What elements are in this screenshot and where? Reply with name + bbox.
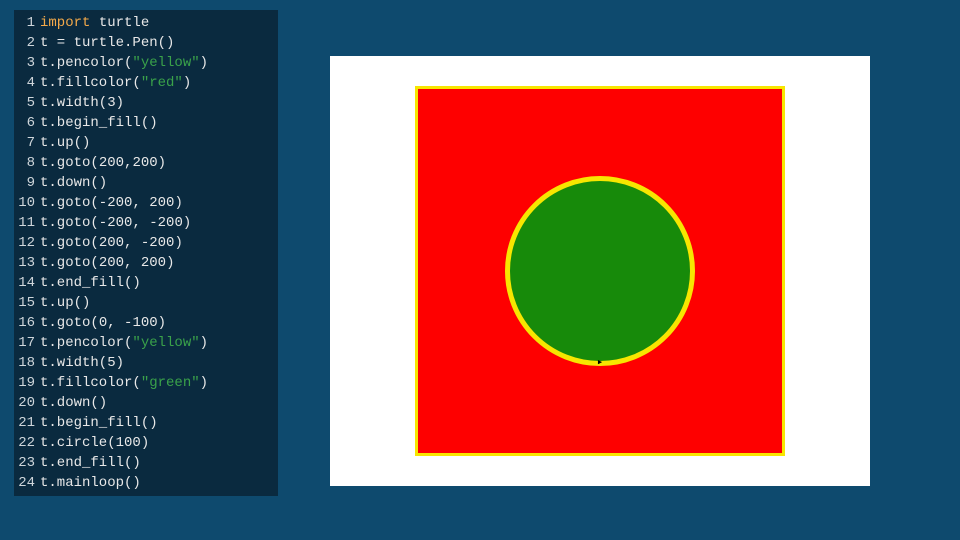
code-line[interactable]: 2t = turtle.Pen() [14,33,278,53]
code-content[interactable]: t.fillcolor("red") [40,73,191,93]
code-line[interactable]: 13t.goto(200, 200) [14,253,278,273]
line-number: 13 [14,253,40,273]
code-line[interactable]: 24t.mainloop() [14,473,278,493]
code-line[interactable]: 1import turtle [14,13,278,33]
code-line[interactable]: 7t.up() [14,133,278,153]
line-number: 24 [14,473,40,493]
code-content[interactable]: t.width(3) [40,93,124,113]
code-content[interactable]: t.pencolor("yellow") [40,333,208,353]
code-content[interactable]: t.end_fill() [40,453,141,473]
code-content[interactable]: t.width(5) [40,353,124,373]
code-line[interactable]: 12t.goto(200, -200) [14,233,278,253]
code-content[interactable]: t.begin_fill() [40,413,158,433]
green-circle-shape [505,176,695,366]
code-line[interactable]: 20t.down() [14,393,278,413]
line-number: 5 [14,93,40,113]
line-number: 18 [14,353,40,373]
line-number: 9 [14,173,40,193]
code-line[interactable]: 6t.begin_fill() [14,113,278,133]
code-content[interactable]: t.goto(0, -100) [40,313,166,333]
code-line[interactable]: 21t.begin_fill() [14,413,278,433]
line-number: 12 [14,233,40,253]
line-number: 23 [14,453,40,473]
code-line[interactable]: 9t.down() [14,173,278,193]
code-line[interactable]: 22t.circle(100) [14,433,278,453]
line-number: 19 [14,373,40,393]
line-number: 7 [14,133,40,153]
code-content[interactable]: t = turtle.Pen() [40,33,174,53]
code-line[interactable]: 10t.goto(-200, 200) [14,193,278,213]
code-content[interactable]: t.goto(-200, -200) [40,213,191,233]
line-number: 17 [14,333,40,353]
line-number: 22 [14,433,40,453]
code-content[interactable]: t.down() [40,173,107,193]
code-line[interactable]: 14t.end_fill() [14,273,278,293]
code-line[interactable]: 5t.width(3) [14,93,278,113]
code-line[interactable]: 18t.width(5) [14,353,278,373]
line-number: 2 [14,33,40,53]
code-content[interactable]: t.circle(100) [40,433,149,453]
turtle-output-window: ▸ [330,56,870,486]
red-square-shape: ▸ [415,86,785,456]
code-content[interactable]: t.goto(200, 200) [40,253,174,273]
line-number: 8 [14,153,40,173]
code-content[interactable]: t.mainloop() [40,473,141,493]
code-content[interactable]: t.goto(-200, 200) [40,193,183,213]
line-number: 16 [14,313,40,333]
code-line[interactable]: 19t.fillcolor("green") [14,373,278,393]
line-number: 15 [14,293,40,313]
line-number: 6 [14,113,40,133]
code-content[interactable]: t.down() [40,393,107,413]
line-number: 20 [14,393,40,413]
code-content[interactable]: t.up() [40,133,90,153]
line-number: 21 [14,413,40,433]
line-number: 3 [14,53,40,73]
code-content[interactable]: t.up() [40,293,90,313]
code-content[interactable]: t.end_fill() [40,273,141,293]
code-content[interactable]: import turtle [40,13,149,33]
code-line[interactable]: 17t.pencolor("yellow") [14,333,278,353]
code-content[interactable]: t.goto(200, -200) [40,233,183,253]
line-number: 10 [14,193,40,213]
turtle-cursor-icon: ▸ [597,358,604,369]
code-content[interactable]: t.begin_fill() [40,113,158,133]
line-number: 11 [14,213,40,233]
code-line[interactable]: 8t.goto(200,200) [14,153,278,173]
code-editor[interactable]: 1import turtle2t = turtle.Pen()3t.pencol… [14,10,278,496]
code-line[interactable]: 16t.goto(0, -100) [14,313,278,333]
code-line[interactable]: 3t.pencolor("yellow") [14,53,278,73]
code-line[interactable]: 4t.fillcolor("red") [14,73,278,93]
line-number: 4 [14,73,40,93]
line-number: 14 [14,273,40,293]
code-content[interactable]: t.pencolor("yellow") [40,53,208,73]
code-line[interactable]: 15t.up() [14,293,278,313]
code-content[interactable]: t.fillcolor("green") [40,373,208,393]
code-line[interactable]: 11t.goto(-200, -200) [14,213,278,233]
line-number: 1 [14,13,40,33]
code-line[interactable]: 23t.end_fill() [14,453,278,473]
code-content[interactable]: t.goto(200,200) [40,153,166,173]
